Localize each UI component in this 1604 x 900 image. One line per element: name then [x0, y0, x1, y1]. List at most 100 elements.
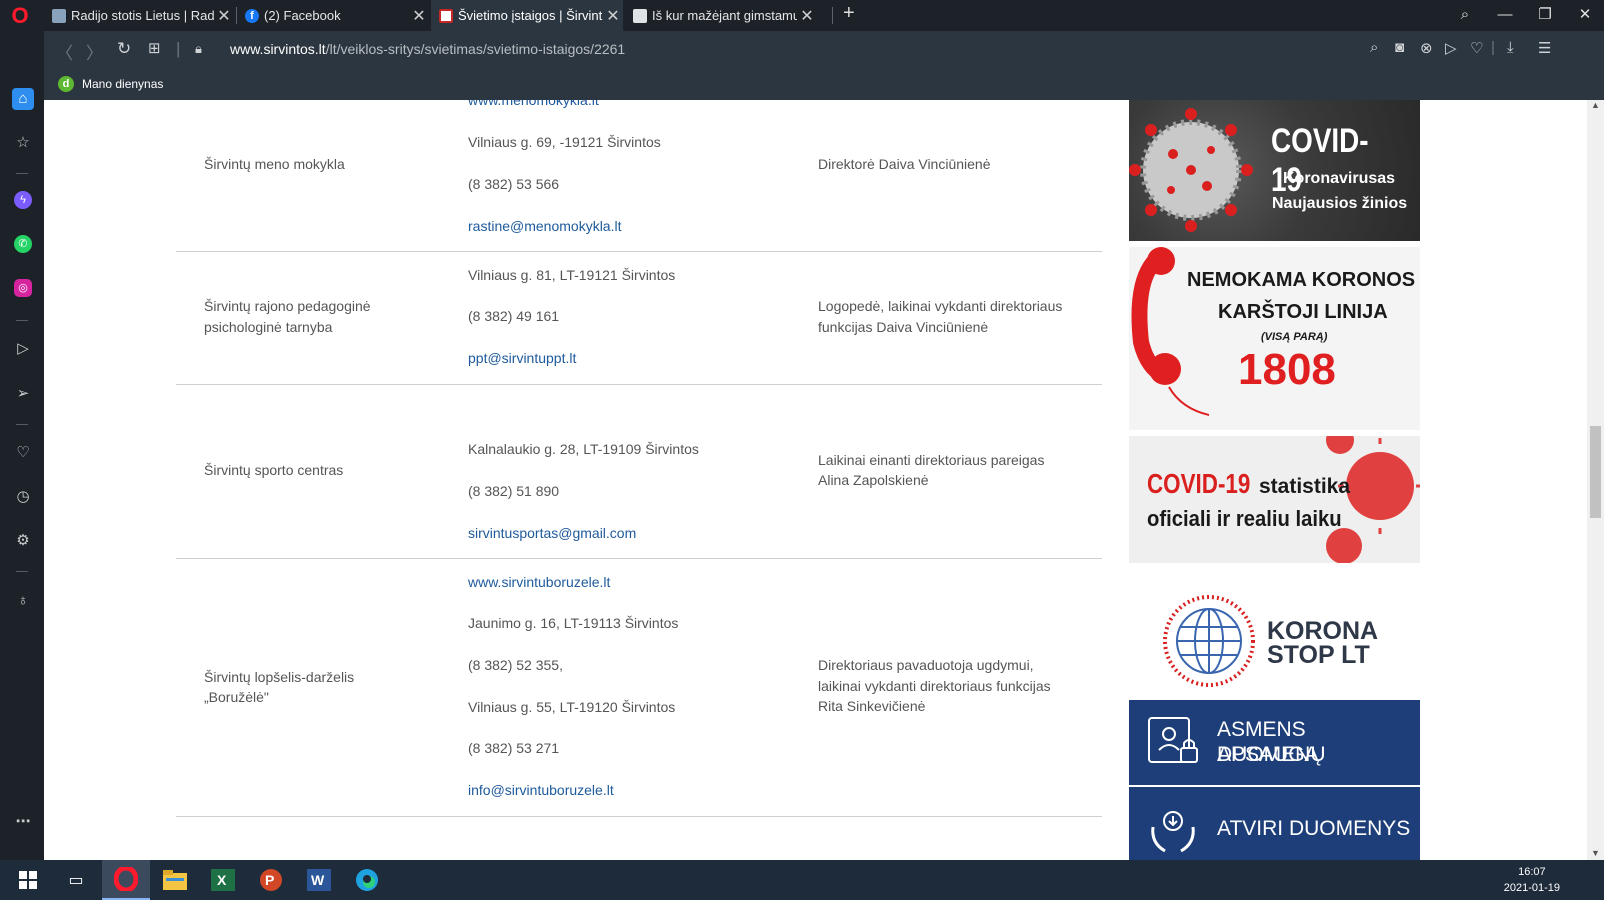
scrollbar-thumb[interactable] [1590, 426, 1601, 518]
whatsapp-icon[interactable]: ✆ [14, 235, 32, 253]
phone-text: (8 382) 53 566 [468, 176, 560, 192]
bookmarks-star-icon[interactable]: ☆ [12, 132, 34, 154]
back-button[interactable]: 〈 [56, 39, 73, 64]
settings-gear-icon[interactable]: ⚙ [12, 530, 34, 552]
word-icon[interactable]: W [295, 860, 343, 900]
phone-text: (8 382) 51 890 [468, 483, 560, 499]
hotline-banner[interactable]: NEMOKAMA KORONOS KARŠTOJI LINIJA (VISĄ P… [1129, 247, 1420, 430]
table-row: Širvintų sporto centras Kalnalaukio g. 2… [176, 385, 1102, 559]
reload-icon[interactable]: ↻ [117, 39, 131, 59]
toolbar-separator: | [1491, 39, 1495, 56]
tab-facebook[interactable]: f (2) Facebook ✕ [237, 0, 429, 31]
tab-radijo[interactable]: Radijo stotis Lietus | Radijo ✕ [44, 0, 234, 31]
data-protection-banner[interactable]: ASMENS DUOMENŲ APSAUGA [1129, 700, 1420, 785]
page-search-icon[interactable]: ⌕ [1370, 39, 1378, 56]
stats-dark-text: statistika [1259, 475, 1351, 498]
email-link[interactable]: rastine@menomokykla.lt [468, 216, 622, 237]
sidebar-divider [16, 320, 28, 321]
open-data-banner[interactable]: ATVIRI DUOMENYS [1129, 787, 1420, 860]
table-row: Širvintų meno mokykla www.menomokykla.lt… [176, 100, 1102, 252]
home-icon[interactable]: ⌂ [12, 88, 34, 110]
email-link[interactable]: sirvintusportas@gmail.com [468, 523, 636, 544]
more-options-icon[interactable]: ⋯ [12, 811, 34, 833]
page-scrollbar[interactable]: ▲ ▼ [1587, 100, 1604, 860]
tab-svietimo-istaigos[interactable]: Švietimo įstaigos | Širvintų r ✕ [431, 0, 623, 31]
website-link[interactable]: www.menomokykla.lt [468, 100, 599, 111]
korona-stop-banner[interactable]: KORONA STOP LT [1129, 569, 1420, 698]
svg-text:P: P [265, 872, 274, 888]
address-text: Kalnalaukio g. 28, LT-19109 Širvintos [468, 441, 699, 457]
head-text: Direktoriaus pavaduotoja ugdymui, [818, 657, 1034, 673]
history-clock-icon[interactable]: ◷ [12, 486, 34, 508]
player-icon[interactable]: ▷ [12, 338, 34, 360]
powerpoint-icon[interactable]: P [247, 860, 295, 900]
address-toolbar: 〈 〉 ↻ ⊞ | 🔒︎ www.sirvintos.lt/lt/veiklos… [44, 31, 1604, 69]
table-row: Širvintų lopšelis-darželis „Boružėlė" ww… [176, 559, 1102, 817]
url-field[interactable]: www.sirvintos.lt/lt/veiklos-sritys/sviet… [230, 41, 625, 57]
tabs-grid-icon[interactable]: ⊞ [148, 39, 161, 57]
close-tab-icon[interactable]: ✕ [603, 6, 623, 26]
new-tab-button[interactable]: + [843, 2, 855, 25]
covid-statistics-banner[interactable]: COVID-19 statistika oficiali ir realiu la… [1129, 436, 1420, 563]
id-card-lock-icon [1148, 717, 1198, 763]
excel-icon[interactable]: X [199, 860, 247, 900]
easy-setup-menu-icon[interactable]: ☰ [1538, 39, 1551, 57]
institution-name-line2: psichologinė tarnyba [204, 319, 333, 335]
close-window-button[interactable]: ✕ [1566, 0, 1604, 31]
restore-button[interactable]: ❐ [1526, 0, 1564, 31]
head-text-line2: laikinai vykdanti direktoriaus funkcijas [818, 678, 1051, 694]
tab-title: Iš kur mažėjant gimstamum [652, 8, 797, 23]
email-link[interactable]: info@sirvintuboruzele.lt [468, 780, 614, 801]
snapshot-camera-icon[interactable]: ◙ [1395, 39, 1404, 56]
search-tabs-icon[interactable]: ⌕ [1446, 0, 1484, 31]
scroll-down-arrow-icon[interactable]: ▼ [1591, 848, 1600, 858]
opera-taskbar-icon[interactable] [102, 860, 150, 900]
address-text: Vilniaus g. 81, LT-19121 Širvintos [468, 267, 676, 283]
address-text: Jaunimo g. 16, LT-19113 Širvintos [468, 615, 679, 631]
bookmark-heart-icon[interactable]: ♡ [1470, 39, 1483, 57]
minimize-button[interactable]: — [1486, 0, 1524, 31]
file-explorer-icon[interactable] [151, 860, 199, 900]
email-link[interactable]: ppt@sirvintuppt.lt [468, 348, 576, 369]
opera-menu-icon[interactable]: O [8, 4, 32, 28]
edge-icon[interactable] [343, 860, 391, 900]
lightbulb-icon[interactable]: ♁ [12, 590, 34, 612]
institution-name: Širvintų lopšelis-darželis [204, 669, 355, 685]
close-tab-icon[interactable]: ✕ [409, 6, 429, 26]
sirvintos-favicon-icon [439, 8, 453, 23]
system-clock[interactable]: 16:07 2021-01-19 [1504, 864, 1560, 896]
table-row: Širvintų rajono pedagoginė psichologinė … [176, 252, 1102, 385]
padlock-icon[interactable]: 🔒︎ [195, 41, 202, 57]
task-view-icon[interactable]: ▭ [52, 860, 100, 900]
covid-news-banner[interactable]: COVID-19 Koronavirusas Naujausios žinios [1129, 100, 1420, 241]
head-text-line3: Rita Sinkevičienė [818, 698, 926, 714]
instagram-icon[interactable]: ◎ [14, 279, 32, 297]
tab-title: Švietimo įstaigos | Širvintų r [458, 8, 603, 23]
close-tab-icon[interactable]: ✕ [797, 6, 817, 26]
scroll-up-arrow-icon[interactable]: ▲ [1591, 100, 1600, 110]
windows-taskbar: ▭ X P W 16:07 2021-01-19 [0, 860, 1604, 900]
institution-name: Širvintų meno mokykla [204, 156, 345, 172]
head-text: Laikinai einanti direktoriaus pareigas [818, 452, 1045, 468]
send-icon[interactable]: ▷ [1445, 39, 1457, 57]
website-link[interactable]: www.sirvintuboruzele.lt [468, 572, 610, 593]
adblock-icon[interactable]: ⊗ [1420, 39, 1433, 57]
heart-icon[interactable]: ♡ [12, 442, 34, 464]
toolbar-separator: | [176, 39, 181, 58]
address-text: Vilniaus g. 69, -19121 Širvintos [468, 134, 661, 150]
downloads-icon[interactable]: ⤓ [1507, 39, 1514, 56]
windows-start-icon[interactable] [4, 860, 52, 900]
tab-document[interactable]: Iš kur mažėjant gimstamum ✕ [625, 0, 817, 31]
messenger-icon[interactable]: ϟ [14, 191, 32, 209]
phone-text: (8 382) 52 355, [468, 657, 563, 673]
document-favicon-icon [633, 8, 647, 23]
opera-sidebar: ⌂ ☆ ϟ ✆ ◎ ▷ ➢ ♡ ◷ ⚙ ♁ ⋯ [0, 31, 44, 860]
page-content: Širvintų meno mokykla www.menomokykla.lt… [44, 100, 1604, 860]
close-tab-icon[interactable]: ✕ [214, 6, 234, 26]
bookmark-mano-dienynas[interactable]: Mano dienynas [82, 77, 163, 91]
radio-favicon-icon [52, 8, 66, 23]
head-text-line2: Alina Zapolskienė [818, 472, 929, 488]
send-flow-icon[interactable]: ➢ [12, 383, 34, 405]
institution-name-line2: „Boružėlė" [204, 689, 269, 705]
forward-button[interactable]: 〉 [86, 39, 103, 64]
